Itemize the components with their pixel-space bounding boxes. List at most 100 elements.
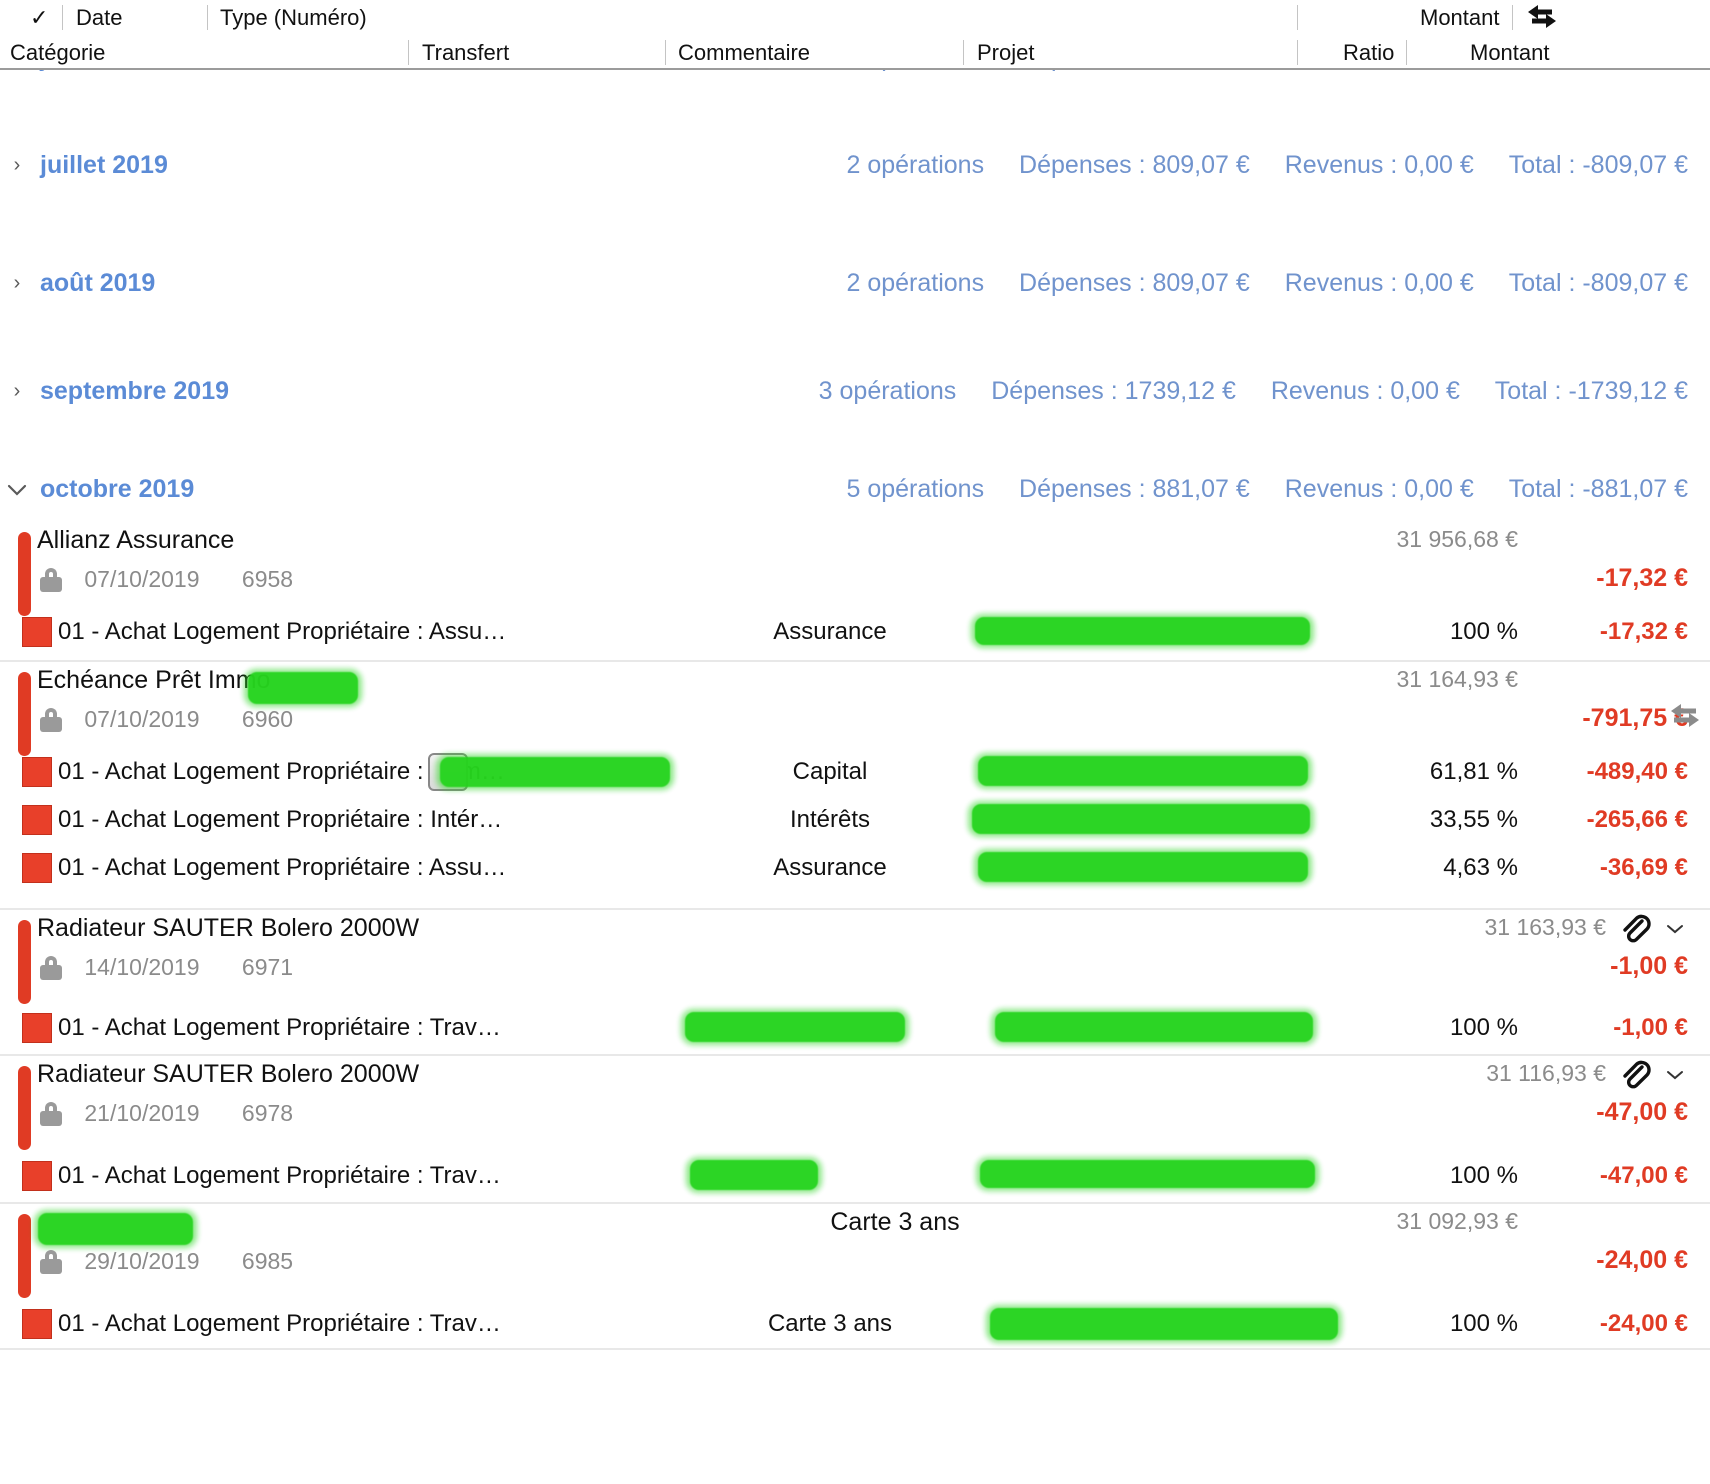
month-title[interactable]: août 2019 bbox=[40, 260, 155, 306]
transaction-date: 21/10/2019 bbox=[84, 1100, 199, 1126]
category-color-swatch bbox=[22, 853, 52, 883]
transaction-title[interactable]: Radiateur SAUTER Bolero 2000W bbox=[37, 914, 419, 943]
category-row[interactable]: 01 - Achat Logement Propriétaire : Intér… bbox=[0, 796, 1710, 844]
running-balance: 31 116,93 € bbox=[1486, 1060, 1606, 1087]
category-row[interactable]: 01 - Achat Logement Propriétaire : Rem… … bbox=[0, 748, 1710, 796]
category-amount: -36,69 € bbox=[1600, 844, 1688, 892]
header-separator[interactable] bbox=[62, 5, 63, 30]
transaction-row[interactable]: Allianz Assurance 07/10/2019 6958 31 956… bbox=[0, 522, 1710, 660]
checkmark-header[interactable]: ✓ bbox=[30, 0, 48, 35]
lock-icon[interactable] bbox=[40, 1102, 62, 1126]
montant-header-top[interactable]: Montant bbox=[1420, 0, 1500, 35]
redacted-transaction-title bbox=[38, 1213, 193, 1245]
category-amount: -489,40 € bbox=[1587, 748, 1688, 796]
commentaire-header[interactable]: Commentaire bbox=[678, 35, 810, 70]
paperclip-icon[interactable] bbox=[1618, 1058, 1652, 1092]
transfert-header[interactable]: Transfert bbox=[422, 35, 509, 70]
lock-icon[interactable] bbox=[40, 708, 62, 732]
lock-icon[interactable] bbox=[40, 956, 62, 980]
status-bar-indicator bbox=[18, 920, 31, 1004]
chevron-right-icon[interactable]: › bbox=[4, 368, 30, 414]
month-total: Total : -809,07 € bbox=[1509, 269, 1688, 297]
header-separator[interactable] bbox=[665, 40, 666, 65]
transfer-arrows-icon[interactable] bbox=[1526, 3, 1558, 31]
transaction-row[interactable]: Radiateur SAUTER Bolero 2000W 14/10/2019… bbox=[0, 908, 1710, 1054]
redacted-transfer bbox=[440, 757, 670, 787]
type-numero-header[interactable]: Type (Numéro) bbox=[220, 0, 367, 35]
category-row[interactable]: 01 - Achat Logement Propriétaire : Trav…… bbox=[0, 1004, 1710, 1052]
header-separator[interactable] bbox=[408, 40, 409, 65]
category-row[interactable]: 01 - Achat Logement Propriétaire : Trav…… bbox=[0, 1300, 1710, 1348]
running-balance: 31 164,93 € bbox=[1396, 666, 1518, 693]
month-stats: 3 opérations Dépenses : 1739,12 € Revenu… bbox=[819, 368, 1688, 414]
category-label: 01 - Achat Logement Propriétaire : Intér… bbox=[58, 796, 502, 844]
redacted-project bbox=[980, 1160, 1315, 1188]
transaction-title[interactable]: Echéance Prêt Immo bbox=[37, 666, 270, 695]
ratio-header[interactable]: Ratio bbox=[1343, 35, 1394, 70]
transaction-row[interactable]: Radiateur SAUTER Bolero 2000W 21/10/2019… bbox=[0, 1054, 1710, 1202]
category-color-swatch bbox=[22, 617, 52, 647]
category-ratio: 61,81 % bbox=[1430, 748, 1518, 796]
transaction-meta: 21/10/2019 6978 bbox=[40, 1100, 293, 1127]
projet-header[interactable]: Projet bbox=[977, 35, 1034, 70]
transaction-list[interactable]: › juin 2019 2 opérations Dépenses : 809,… bbox=[0, 70, 1710, 1484]
month-depenses: Dépenses : 809,07 € bbox=[1019, 151, 1250, 179]
date-header[interactable]: Date bbox=[76, 0, 122, 35]
category-amount: -1,00 € bbox=[1613, 1004, 1688, 1052]
redacted-project bbox=[978, 756, 1308, 786]
header-separator[interactable] bbox=[1512, 5, 1513, 30]
redacted-project bbox=[990, 1308, 1338, 1340]
header-separator[interactable] bbox=[1297, 40, 1298, 65]
redacted-comment bbox=[690, 1160, 818, 1190]
category-amount: -17,32 € bbox=[1600, 608, 1688, 656]
header-separator[interactable] bbox=[207, 5, 208, 30]
month-revenus: Revenus : 0,00 € bbox=[1285, 151, 1474, 179]
montant-header-bottom[interactable]: Montant bbox=[1470, 35, 1550, 70]
month-title[interactable]: octobre 2019 bbox=[40, 466, 194, 512]
column-header: ✓ Date Type (Numéro) Montant Catégorie T… bbox=[0, 0, 1710, 70]
status-bar-indicator bbox=[18, 1214, 31, 1298]
transaction-amount: -24,00 € bbox=[1596, 1246, 1688, 1275]
header-separator[interactable] bbox=[1297, 5, 1298, 30]
transaction-title[interactable]: Allianz Assurance bbox=[37, 526, 234, 555]
transaction-amount: -47,00 € bbox=[1596, 1098, 1688, 1127]
chevron-down-icon[interactable] bbox=[1666, 1060, 1684, 1090]
chevron-right-icon[interactable]: › bbox=[4, 260, 30, 306]
month-group-aout-2019[interactable]: › août 2019 2 opérations Dépenses : 809,… bbox=[0, 260, 1710, 306]
status-bar-indicator bbox=[18, 672, 31, 756]
header-separator[interactable] bbox=[963, 40, 964, 65]
lock-icon[interactable] bbox=[40, 1250, 62, 1274]
chevron-right-icon[interactable]: › bbox=[4, 142, 30, 188]
month-group-juillet-2019[interactable]: › juillet 2019 2 opérations Dépenses : 8… bbox=[0, 142, 1710, 188]
transaction-date: 14/10/2019 bbox=[84, 954, 199, 980]
chevron-down-icon[interactable] bbox=[4, 466, 30, 512]
status-bar-indicator bbox=[18, 1066, 31, 1150]
transaction-meta: 07/10/2019 6958 bbox=[40, 566, 293, 593]
month-title[interactable]: juillet 2019 bbox=[40, 142, 168, 188]
header-separator[interactable] bbox=[1406, 40, 1407, 65]
month-group-octobre-2019[interactable]: octobre 2019 5 opérations Dépenses : 881… bbox=[0, 466, 1710, 512]
month-revenus: Revenus : 0,00 € bbox=[1285, 475, 1474, 503]
categorie-header[interactable]: Catégorie bbox=[10, 35, 105, 70]
month-group-septembre-2019[interactable]: › septembre 2019 3 opérations Dépenses :… bbox=[0, 368, 1710, 414]
month-title[interactable]: septembre 2019 bbox=[40, 368, 229, 414]
month-total: Total : -881,07 € bbox=[1509, 475, 1688, 503]
category-ratio: 100 % bbox=[1450, 1300, 1518, 1348]
transaction-row[interactable]: 29/10/2019 6985 Carte 3 ans 31 092,93 € … bbox=[0, 1202, 1710, 1350]
chevron-down-icon[interactable] bbox=[1666, 914, 1684, 944]
paperclip-icon[interactable] bbox=[1618, 912, 1652, 946]
transaction-title[interactable]: Radiateur SAUTER Bolero 2000W bbox=[37, 1060, 419, 1089]
redacted-project bbox=[978, 852, 1308, 882]
month-stats: 2 opérations Dépenses : 809,07 € Revenus… bbox=[846, 142, 1688, 188]
month-stats: 5 opérations Dépenses : 881,07 € Revenus… bbox=[846, 466, 1688, 512]
transaction-number: 6978 bbox=[242, 1100, 293, 1126]
category-row[interactable]: 01 - Achat Logement Propriétaire : Assu…… bbox=[0, 608, 1710, 656]
transfer-arrows-icon[interactable] bbox=[1668, 702, 1702, 730]
category-label: 01 - Achat Logement Propriétaire : Trav… bbox=[58, 1152, 501, 1200]
category-row[interactable]: 01 - Achat Logement Propriétaire : Trav…… bbox=[0, 1152, 1710, 1200]
category-comment: Assurance bbox=[660, 844, 1000, 892]
lock-icon[interactable] bbox=[40, 568, 62, 592]
category-comment: Assurance bbox=[660, 608, 1000, 656]
category-row[interactable]: 01 - Achat Logement Propriétaire : Assu…… bbox=[0, 844, 1710, 892]
month-revenus: Revenus : 0,00 € bbox=[1271, 377, 1460, 405]
